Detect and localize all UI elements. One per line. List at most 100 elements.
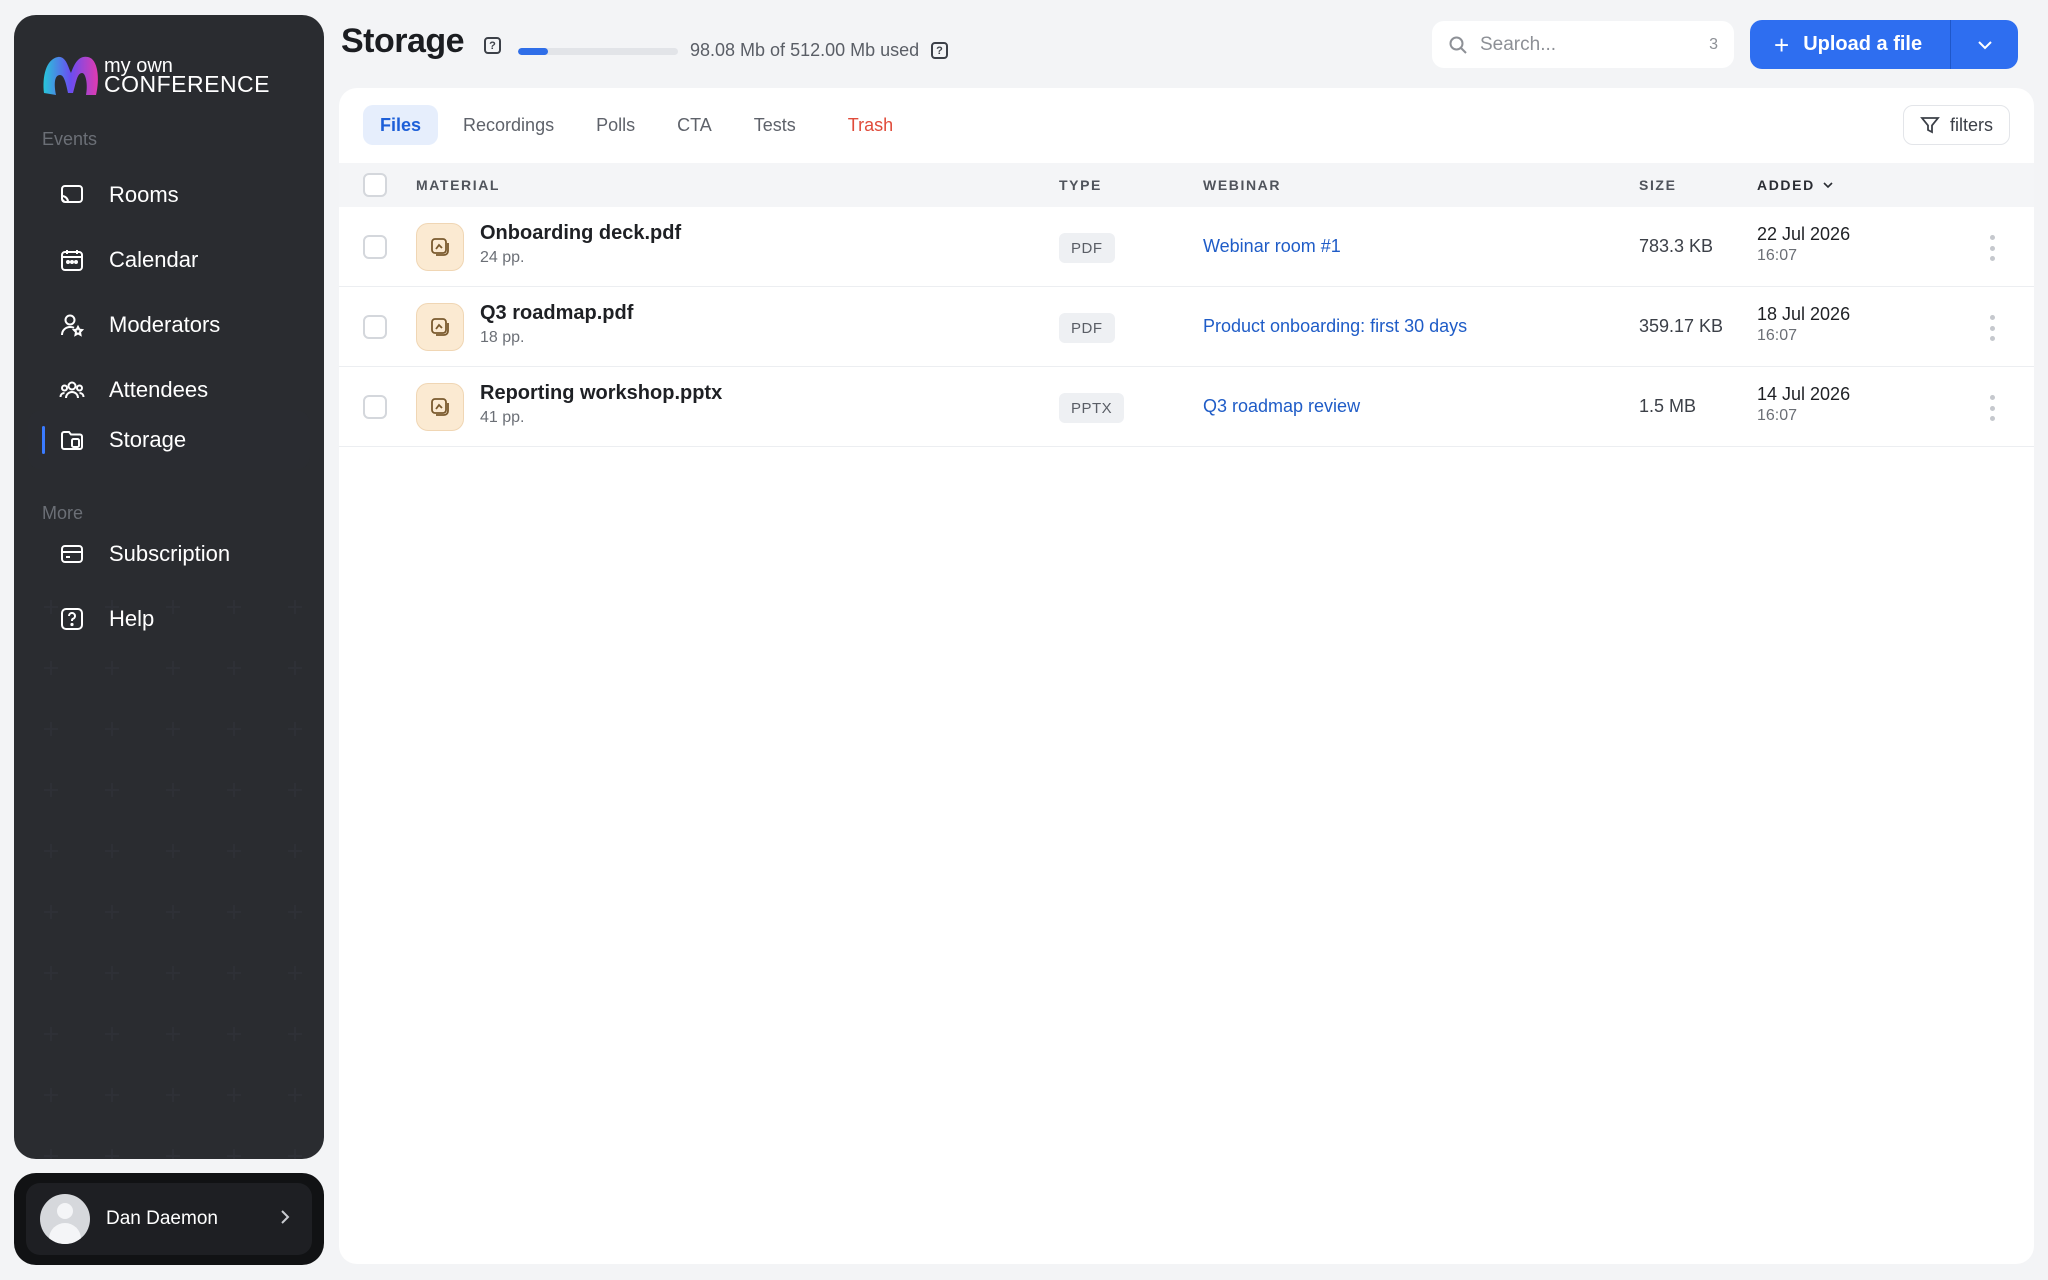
user-menu-button[interactable]: Dan Daemon (26, 1183, 312, 1255)
decorative-plus (227, 1149, 241, 1159)
table-row[interactable]: Q3 roadmap.pdf 18 pp. PDF Product onboar… (339, 287, 2034, 367)
search-box[interactable]: 3 (1432, 21, 1734, 68)
chevron-down-icon (1977, 40, 1993, 50)
attendees-icon (58, 376, 86, 404)
upload-file-button[interactable]: + Upload a file (1750, 20, 1950, 69)
search-input[interactable] (1480, 33, 1680, 56)
file-pages: 18 pp. (480, 329, 525, 346)
decorative-plus (105, 905, 119, 919)
row-checkbox[interactable] (363, 315, 387, 339)
file-size: 783.3 KB (1639, 236, 1714, 256)
decorative-plus (44, 783, 58, 797)
filters-label: filters (1949, 114, 1993, 135)
calendar-icon (58, 246, 86, 274)
document-icon (416, 383, 464, 431)
sidebar-item-calendar[interactable]: Calendar (28, 230, 310, 290)
added-time: 16:07 (1757, 247, 1798, 264)
file-type-badge: PDF (1059, 233, 1115, 263)
decorative-plus (288, 844, 302, 858)
tab-files[interactable]: Files (363, 105, 439, 145)
user-name: Dan Daemon (106, 1208, 218, 1229)
tab-polls[interactable]: Polls (579, 105, 652, 145)
webinar-link[interactable]: Q3 roadmap review (1203, 396, 1360, 417)
row-menu-icon[interactable] (1987, 395, 1997, 421)
tab-tests[interactable]: Tests (737, 105, 813, 145)
sidebar-item-label: Rooms (109, 182, 179, 207)
row-menu-icon[interactable] (1987, 235, 1997, 261)
decorative-plus (227, 844, 241, 858)
brand-logo[interactable]: my own CONFERENCE (40, 45, 280, 105)
decorative-plus (288, 783, 302, 797)
sidebar-item-storage[interactable]: Storage (28, 410, 310, 470)
storage-help-icon[interactable]: ? (484, 37, 501, 54)
tab-trash[interactable]: Trash (831, 105, 910, 145)
user-card: Dan Daemon (14, 1173, 324, 1265)
file-pages: 41 pp. (480, 409, 525, 426)
tab-cta[interactable]: CTA (660, 105, 729, 145)
file-name[interactable]: Reporting workshop.pptx (480, 382, 722, 405)
decorative-plus (166, 966, 180, 980)
brand-line-2: CONFERENCE (104, 71, 271, 97)
webinar-link[interactable]: Webinar room #1 (1203, 236, 1341, 257)
decorative-plus (227, 905, 241, 919)
table-row[interactable]: Onboarding deck.pdf 24 pp. PDF Webinar r… (339, 207, 2034, 287)
added-date: 14 Jul 2026 (1757, 384, 1851, 404)
table-row[interactable]: Reporting workshop.pptx 41 pp. PPTX Q3 r… (339, 367, 2034, 447)
row-menu-icon[interactable] (1987, 315, 1997, 341)
sidebar-item-label: Subscription (109, 541, 231, 566)
filters-button[interactable]: filters (1902, 105, 2010, 145)
file-size: 359.17 KB (1639, 316, 1724, 336)
added-date: 22 Jul 2026 (1757, 224, 1851, 244)
column-header-size[interactable]: SIZE (1639, 177, 1677, 193)
storage-usage-text: 98.08 Mb of 512.00 Mb used (690, 40, 920, 60)
sidebar-item-moderators[interactable]: Moderators (28, 295, 310, 355)
decorative-plus (105, 1027, 119, 1041)
webinar-link[interactable]: Product onboarding: first 30 days (1203, 316, 1467, 337)
decorative-plus (105, 783, 119, 797)
decorative-plus (166, 661, 180, 675)
decorative-plus (288, 966, 302, 980)
file-type-badge: PPTX (1059, 393, 1125, 423)
added-time: 16:07 (1757, 407, 1798, 424)
page-title: Storage (341, 22, 465, 60)
file-name[interactable]: Onboarding deck.pdf (480, 222, 681, 245)
decorative-plus (227, 722, 241, 736)
added-date: 18 Jul 2026 (1757, 304, 1851, 324)
file-type-badge: PDF (1059, 313, 1115, 343)
upload-button-group: + Upload a file (1750, 20, 2018, 69)
sidebar-item-help[interactable]: Help (28, 589, 310, 649)
cast-icon (58, 181, 86, 209)
sidebar-item-rooms[interactable]: Rooms (28, 165, 310, 225)
usage-help-icon[interactable]: ? (931, 42, 948, 59)
file-name[interactable]: Q3 roadmap.pdf (480, 302, 633, 325)
sidebar: my own CONFERENCE Events Rooms Calendar … (14, 15, 324, 1159)
select-all-checkbox[interactable] (363, 173, 387, 197)
decorative-plus (288, 1088, 302, 1102)
row-checkbox[interactable] (363, 395, 387, 419)
decorative-plus (44, 722, 58, 736)
tab-recordings[interactable]: Recordings (446, 105, 571, 145)
added-time: 16:07 (1757, 327, 1798, 344)
column-header-added-label: ADDED (1757, 177, 1815, 193)
sidebar-item-subscription[interactable]: Subscription (28, 524, 310, 584)
decorative-plus (288, 722, 302, 736)
upload-file-label: Upload a file (1803, 33, 1923, 55)
decorative-plus (227, 1088, 241, 1102)
upload-options-button[interactable] (1951, 20, 2018, 69)
decorative-plus (166, 722, 180, 736)
logo-icon (40, 49, 102, 101)
column-header-material[interactable]: MATERIAL (416, 177, 500, 193)
column-header-added[interactable]: ADDED (1757, 177, 1833, 193)
decorative-plus (105, 966, 119, 980)
decorative-plus (166, 1027, 180, 1041)
column-header-type[interactable]: TYPE (1059, 177, 1102, 193)
storage-panel: Files Recordings Polls CTA Tests Trash f… (339, 88, 2034, 1264)
row-checkbox[interactable] (363, 235, 387, 259)
column-header-webinar[interactable]: WEBINAR (1203, 177, 1281, 193)
sidebar-item-label: Attendees (109, 377, 209, 402)
decorative-plus (166, 783, 180, 797)
section-label-events: Events (42, 129, 98, 149)
plus-icon: + (1774, 29, 1790, 60)
decorative-plus (166, 1149, 180, 1159)
decorative-plus (288, 1027, 302, 1041)
